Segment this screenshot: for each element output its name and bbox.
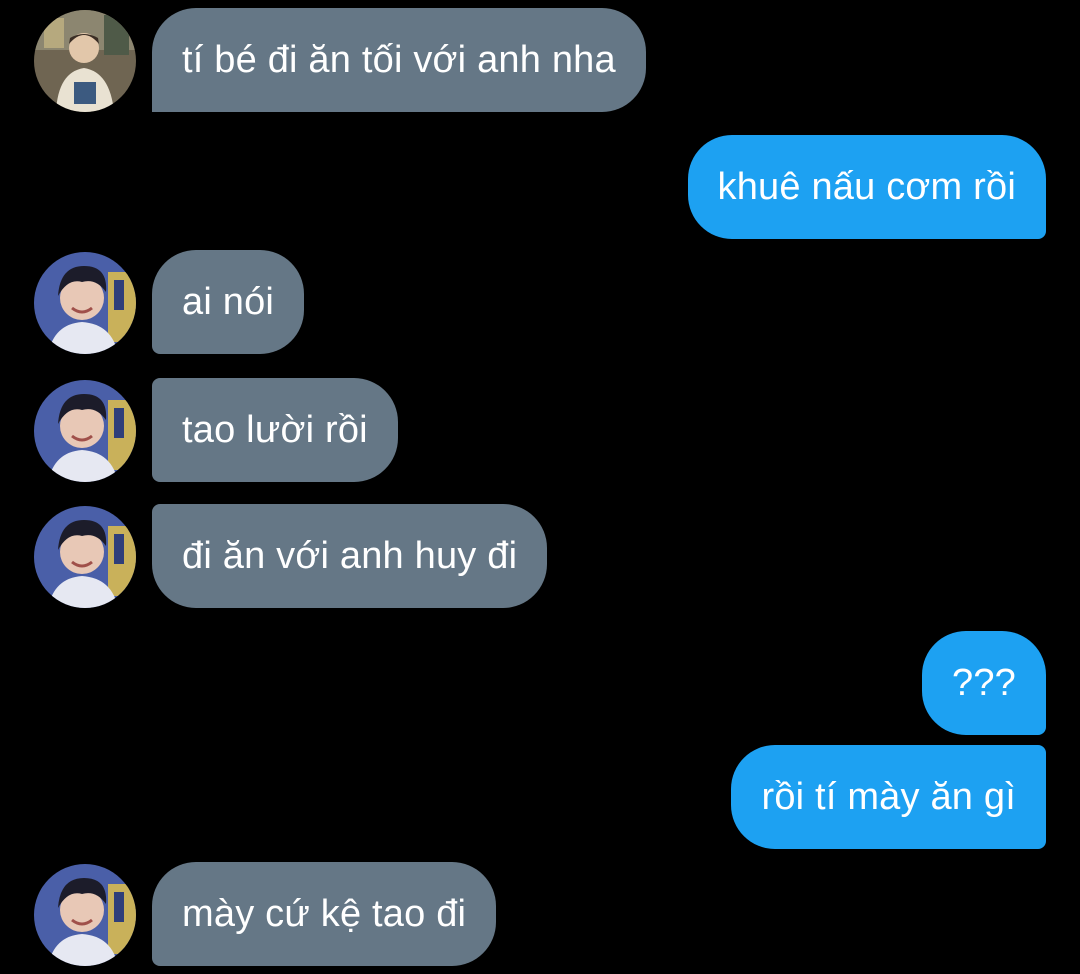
message-text: tí bé đi ăn tối với anh nha xyxy=(182,38,616,81)
message-bubble-outgoing[interactable]: khuê nấu cơm rồi xyxy=(687,135,1046,239)
message-bubble-outgoing[interactable]: rồi tí mày ăn gì xyxy=(731,745,1046,849)
message-bubble-incoming[interactable]: đi ăn với anh huy đi xyxy=(152,504,548,608)
message-text: khuê nấu cơm rồi xyxy=(717,165,1016,208)
avatar[interactable] xyxy=(34,506,136,608)
message-bubble-incoming[interactable]: ai nói xyxy=(152,250,305,354)
message-text: đi ăn với anh huy đi xyxy=(182,534,518,577)
message-text: tao lười rồi xyxy=(182,408,368,451)
avatar[interactable] xyxy=(34,252,136,354)
avatar[interactable] xyxy=(34,864,136,966)
message-bubble-incoming[interactable]: mày cứ kệ tao đi xyxy=(152,862,497,966)
message-text: ai nói xyxy=(182,280,275,323)
message-bubble-incoming[interactable]: tí bé đi ăn tối với anh nha xyxy=(152,8,646,112)
message-bubble-incoming[interactable]: tao lười rồi xyxy=(152,378,398,482)
message-bubble-outgoing[interactable]: ??? xyxy=(921,631,1046,735)
message-text: mày cứ kệ tao đi xyxy=(182,892,467,935)
avatar[interactable] xyxy=(34,10,136,112)
message-thread[interactable]: tí bé đi ăn tối với anh nha khuê nấu cơm… xyxy=(0,0,1080,974)
message-text: ??? xyxy=(951,661,1016,704)
avatar[interactable] xyxy=(34,380,136,482)
message-text: rồi tí mày ăn gì xyxy=(761,775,1016,818)
